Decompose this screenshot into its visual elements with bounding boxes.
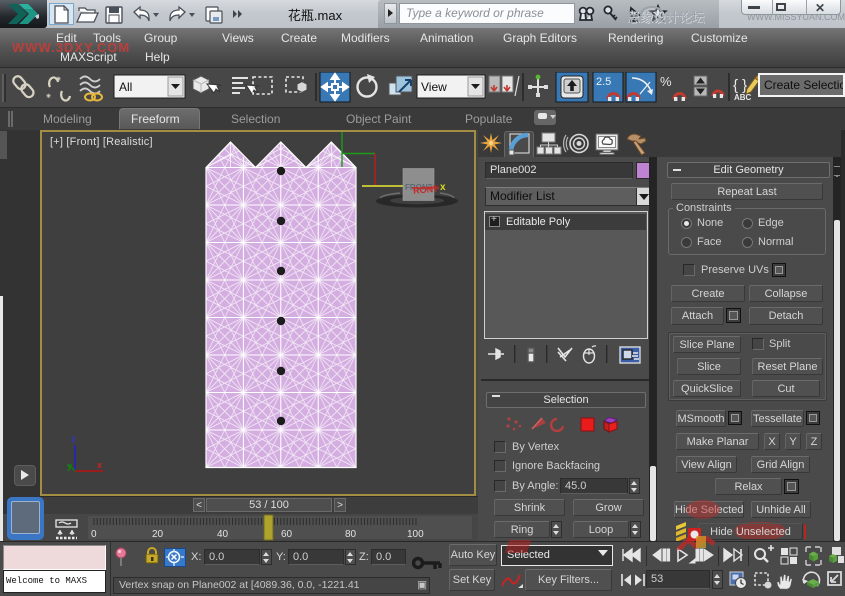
svg-text:{ }: { }	[733, 77, 747, 94]
svg-text:2.5: 2.5	[596, 76, 611, 88]
svg-text:View: View	[421, 80, 447, 94]
svg-text:✳: ✳	[46, 93, 51, 100]
svg-text:60: 60	[281, 529, 293, 540]
svg-text:x: x	[440, 182, 446, 193]
svg-text:z: z	[71, 434, 76, 444]
svg-text:All: All	[119, 80, 132, 94]
svg-text:40: 40	[217, 529, 229, 540]
svg-text:✳: ✳	[56, 76, 61, 83]
svg-text:0: 0	[91, 529, 97, 540]
svg-text:y: y	[67, 461, 72, 471]
svg-text:80: 80	[345, 529, 357, 540]
svg-text:%: %	[660, 74, 672, 89]
svg-text:20: 20	[152, 529, 164, 540]
svg-text:RONT: RONT	[413, 184, 440, 196]
svg-text:ABC: ABC	[734, 93, 752, 102]
svg-text:x: x	[97, 460, 102, 470]
svg-text:100: 100	[407, 529, 424, 540]
